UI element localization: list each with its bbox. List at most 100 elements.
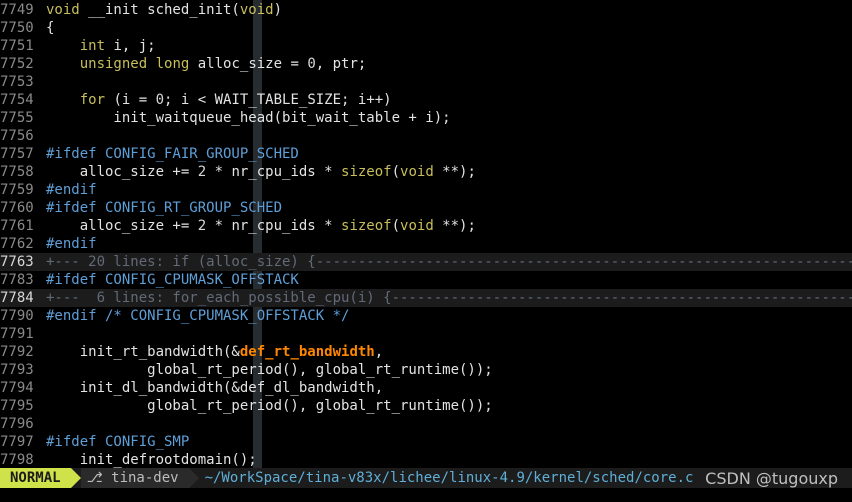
code-token: **); — [433, 218, 476, 234]
code-text: for (i = 0; i < WAIT_TABLE_SIZE; i++) — [46, 91, 392, 109]
fold-line[interactable]: 7763 +--- 20 lines: if (alloc_size) {----… — [0, 253, 852, 271]
code-token: long — [155, 56, 190, 72]
code-text: init_rt_bandwidth(&def_rt_bandwidth, — [46, 343, 383, 361]
code-text: #ifdef CONFIG_SMP — [46, 433, 189, 451]
code-token: ( — [391, 164, 401, 180]
code-line[interactable]: 7754 for (i = 0; i < WAIT_TABLE_SIZE; i+… — [0, 91, 852, 109]
line-number: 7795 — [0, 398, 34, 414]
code-token: , ptr; — [315, 56, 367, 72]
code-line[interactable]: 7794 init_dl_bandwidth(&def_dl_bandwidth… — [0, 379, 852, 397]
code-line[interactable]: 7792 init_rt_bandwidth(&def_rt_bandwidth… — [0, 343, 852, 361]
code-token: __init sched_init( — [79, 2, 240, 18]
code-text: #endif — [46, 181, 97, 199]
code-text: global_rt_period(), global_rt_runtime())… — [46, 397, 493, 415]
code-token: def_rt_bandwidth — [239, 344, 375, 360]
code-text: init_waitqueue_head(bit_wait_table + i); — [46, 109, 451, 127]
git-branch: ⎇ tina-dev — [80, 468, 189, 488]
code-text: void __init sched_init(void) — [46, 1, 282, 19]
code-line[interactable]: 7797 #ifdef CONFIG_SMP — [0, 433, 852, 451]
code-token: for — [79, 92, 106, 108]
code-line[interactable]: 7751 int i, j; — [0, 37, 852, 55]
code-token: #ifdef CONFIG_SMP — [46, 434, 190, 450]
code-line[interactable]: 7759 #endif — [0, 181, 852, 199]
line-number: 7756 — [0, 128, 34, 144]
line-number: 7749 — [0, 2, 34, 18]
line-number: 7760 — [0, 200, 34, 216]
code-token: ( — [391, 218, 401, 234]
code-text: +--- 20 lines: if (alloc_size) {--------… — [46, 253, 852, 271]
line-number: 7790 — [0, 308, 34, 324]
code-token: ) — [273, 2, 283, 18]
code-line[interactable]: 7790 #endif /* CONFIG_CPUMASK_OFFSTACK */ — [0, 307, 852, 325]
code-line[interactable]: 7761 alloc_size += 2 * nr_cpu_ids * size… — [0, 217, 852, 235]
code-token: #ifdef CONFIG_CPUMASK_OFFSTACK — [46, 272, 299, 288]
code-token: 0 — [155, 92, 165, 108]
line-number: 7758 — [0, 164, 34, 180]
code-token: #endif — [46, 236, 97, 252]
code-line[interactable]: 7796 — [0, 415, 852, 433]
code-text: alloc_size += 2 * nr_cpu_ids * sizeof(vo… — [46, 163, 476, 181]
code-line[interactable]: 7756 — [0, 127, 852, 145]
line-number: 7750 — [0, 20, 34, 36]
code-token: +--- 6 lines: for_each_possible_cpu(i) {… — [46, 290, 852, 306]
line-number: 7757 — [0, 146, 34, 162]
line-number: 7763 — [0, 254, 34, 270]
code-token: 2 — [197, 218, 207, 234]
code-token: 2 — [197, 164, 207, 180]
code-line[interactable]: 7795 global_rt_period(), global_rt_runti… — [0, 397, 852, 415]
code-text: unsigned long alloc_size = 0, ptr; — [46, 55, 367, 73]
code-line[interactable]: 7752 unsigned long alloc_size = 0, ptr; — [0, 55, 852, 73]
fold-line[interactable]: 7784 +--- 6 lines: for_each_possible_cpu(… — [0, 289, 852, 307]
code-token: sizeof — [341, 164, 392, 180]
line-number: 7794 — [0, 380, 34, 396]
code-line[interactable]: 7753 — [0, 73, 852, 91]
code-line[interactable]: 7758 alloc_size += 2 * nr_cpu_ids * size… — [0, 163, 852, 181]
code-line[interactable]: 7760 #ifdef CONFIG_RT_GROUP_SCHED — [0, 199, 852, 217]
code-token: init_waitqueue_head(bit_wait_table + i); — [46, 110, 451, 126]
code-line[interactable]: 7783 #ifdef CONFIG_CPUMASK_OFFSTACK — [0, 271, 852, 289]
code-token: #endif /* CONFIG_CPUMASK_OFFSTACK */ — [46, 308, 350, 324]
code-text: { — [46, 19, 54, 37]
code-line[interactable]: 7798 init_defrootdomain(); — [0, 451, 852, 468]
code-line[interactable]: 7757 #ifdef CONFIG_FAIR_GROUP_SCHED — [0, 145, 852, 163]
code-token: +--- 20 lines: if (alloc_size) {--------… — [46, 254, 852, 270]
code-text: #endif /* CONFIG_CPUMASK_OFFSTACK */ — [46, 307, 349, 325]
powerline-separator — [188, 468, 199, 488]
code-line[interactable]: 7762 #endif — [0, 235, 852, 253]
code-token: init_rt_bandwidth(& — [46, 344, 240, 360]
code-line[interactable]: 7793 global_rt_period(), global_rt_runti… — [0, 361, 852, 379]
code-text: alloc_size += 2 * nr_cpu_ids * sizeof(vo… — [46, 217, 476, 235]
command-line[interactable] — [0, 488, 852, 502]
code-text: init_dl_bandwidth(&def_dl_bandwidth, — [46, 379, 383, 397]
code-text: #endif — [46, 235, 97, 253]
line-number: 7762 — [0, 236, 34, 252]
line-number: 7753 — [0, 74, 34, 90]
code-token: global_rt_period(), global_rt_runtime())… — [46, 362, 493, 378]
code-token: #endif — [46, 182, 97, 198]
code-token: 0 — [307, 56, 316, 72]
code-token: init_dl_bandwidth(&def_dl_bandwidth, — [46, 380, 384, 396]
code-line[interactable]: 7755 init_waitqueue_head(bit_wait_table … — [0, 109, 852, 127]
code-editor[interactable]: 7749 void __init sched_init(void) 7750 {775… — [0, 0, 852, 468]
line-number: 7792 — [0, 344, 34, 360]
line-number: 7759 — [0, 182, 34, 198]
code-text: #ifdef CONFIG_FAIR_GROUP_SCHED — [46, 145, 299, 163]
code-line[interactable]: 7791 — [0, 325, 852, 343]
code-token: i, j; — [105, 38, 156, 54]
code-token: unsigned — [79, 56, 148, 72]
line-number: 7754 — [0, 92, 34, 108]
code-token: * nr_cpu_ids * — [206, 164, 342, 180]
code-token: int — [79, 38, 106, 54]
code-token: void — [400, 164, 434, 180]
code-token: void — [239, 2, 274, 18]
code-token: void — [400, 218, 434, 234]
code-token: #ifdef CONFIG_RT_GROUP_SCHED — [46, 200, 283, 216]
line-number: 7755 — [0, 110, 34, 126]
code-line[interactable]: 7750 { — [0, 19, 852, 37]
code-text: +--- 6 lines: for_each_possible_cpu(i) {… — [46, 289, 852, 307]
code-line[interactable]: 7749 void __init sched_init(void) — [0, 1, 852, 19]
